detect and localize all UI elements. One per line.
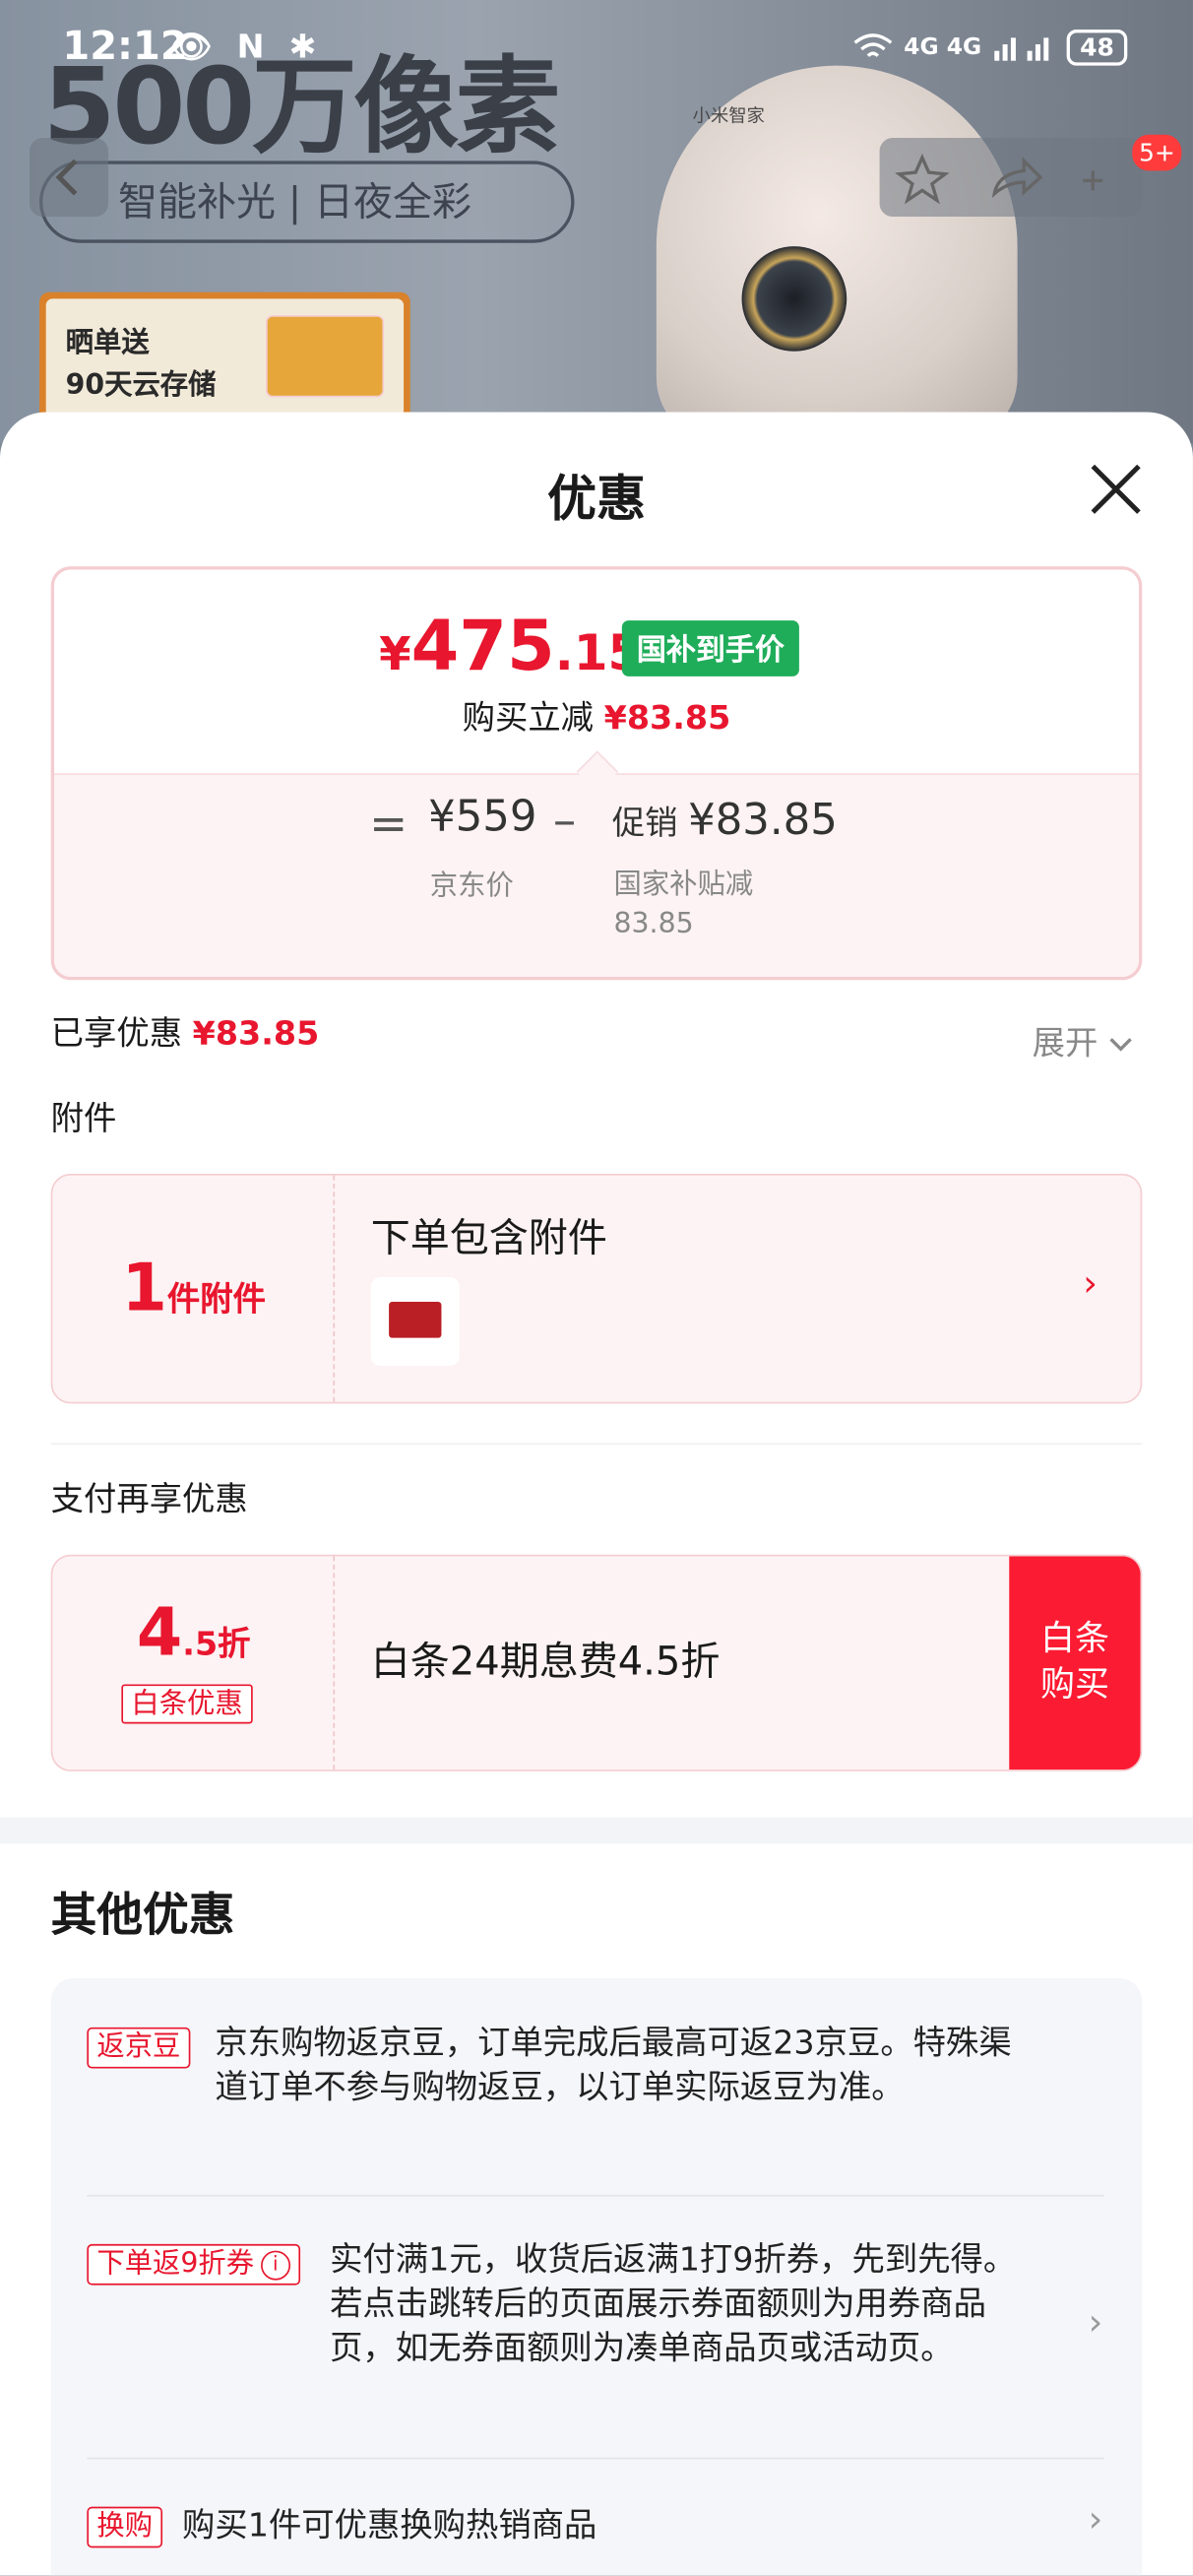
coupon-text: 实付满1元，收货后返满1打9折券，先到先得。若点击跳转后的页面展示券面额则为用券… [330, 2238, 1017, 2367]
status-bar: 12:12 👁 N ✱ 4G 4G 48 [0, 0, 1193, 98]
sheet-title: 优惠 [546, 471, 647, 529]
jingdou-text: 京东购物返京豆，订单完成后最高可返23京豆。特殊渠道订单不参与购物返豆，以订单实… [215, 2022, 1012, 2106]
exchange-text: 购买1件可优惠换购热销商品 [182, 2504, 597, 2545]
other-discounts-title: 其他优惠 [50, 1888, 235, 1943]
jingdou-tag: 返京豆 [87, 2027, 191, 2069]
promo-banner: 晒单送 90天云存储 [39, 291, 410, 424]
chevron-right-icon: › [1088, 2499, 1103, 2542]
minus-sign: – [552, 793, 577, 848]
discount-sheet: 优惠 ¥475.15 国补到手价 购买立减 ¥83.85 = ¥559 京东价 … [0, 412, 1193, 2576]
jd-price: ¥559 [428, 793, 537, 843]
sd-card-image [389, 1302, 442, 1338]
info-icon[interactable]: i [260, 2250, 290, 2281]
final-price: ¥475.15 [379, 606, 643, 686]
section-gap [0, 1817, 1193, 1844]
cart-count-badge: 5+ [1132, 134, 1182, 171]
camera-brand: 小米智家 [692, 104, 765, 127]
accessory-card[interactable]: 1件附件 下单包含附件 › [50, 1173, 1143, 1404]
list-item[interactable]: 换购 购买1件可优惠换购热销商品 [87, 2500, 1104, 2566]
coupon-tag: 下单返9折券 i [87, 2243, 300, 2286]
chevron-right-icon: › [1083, 1263, 1098, 1306]
camera-lens [741, 246, 848, 352]
promo-line1: 晒单送 [65, 326, 150, 360]
camera-product-image: 小米智家 [656, 65, 1018, 444]
back-button[interactable] [30, 138, 109, 218]
signal-label: 4G 4G [904, 34, 982, 61]
jd-price-label: 京东价 [429, 869, 514, 903]
close-button[interactable] [1083, 456, 1149, 522]
hero-feature-pill: 智能补光 | 日夜全彩 [39, 161, 575, 243]
wifi-icon [853, 33, 892, 57]
expand-button[interactable]: 展开 [1033, 1016, 1135, 1063]
promo-amount: 促销 ¥83.85 [611, 796, 838, 846]
section-divider [50, 1443, 1143, 1446]
back-icon [55, 159, 78, 196]
instant-reduce-value: ¥83.85 [603, 697, 731, 738]
exchange-tag: 换购 [87, 2506, 163, 2548]
accessory-section-title: 附件 [50, 1098, 117, 1138]
status-time: 12:12 [62, 23, 188, 70]
status-left-icons: 👁 N ✱ [170, 26, 324, 66]
favorite-icon [895, 153, 950, 205]
list-item[interactable]: 下单返9折券 i 实付满1元，收货后返满1打9折券，先到先得。若点击跳转后的页面展… [87, 2237, 1104, 2467]
close-icon [1091, 464, 1141, 514]
baitiao-text: 白条24期息费4.5折 [370, 1638, 721, 1685]
screen: 500万像素 智能补光 | 日夜全彩 晒单送 90天云存储 小米智家 5+ 12:… [0, 0, 1193, 2576]
payment-section-title: 支付再享优惠 [50, 1479, 248, 1519]
other-discounts-list: 返京豆 京东购物返京豆，订单完成后最高可返23京豆。特殊渠道订单不参与购物返豆，… [50, 1977, 1143, 2576]
equals-sign: = [369, 796, 408, 851]
baitiao-discount: 4.5折 [136, 1595, 251, 1672]
top-actions [879, 138, 1143, 218]
signal-bars-icon [994, 37, 1049, 61]
accessory-thumbnail [370, 1277, 460, 1367]
list-item: 返京豆 京东购物返京豆，订单完成后最高可返23京豆。特殊渠道订单不参与购物返豆，… [87, 2021, 1104, 2185]
subsidy-reduce-label: 国家补贴减 83.85 [613, 868, 754, 941]
promo-line2: 90天云存储 [65, 369, 217, 403]
enjoyed-discount-value: ¥83.85 [192, 1012, 320, 1053]
price-breakdown-box: ¥475.15 国补到手价 购买立减 ¥83.85 = ¥559 京东价 – 促… [50, 566, 1143, 981]
share-icon [991, 157, 1043, 199]
subsidy-price-tag: 国补到手价 [621, 620, 799, 676]
price-formula [54, 773, 1139, 977]
chevron-right-icon: › [1088, 2302, 1103, 2345]
instant-reduce-line: 购买立减 ¥83.85 [462, 697, 731, 738]
baitiao-card: 4.5折 白条优惠 白条24期息费4.5折 白条 购买 [50, 1554, 1143, 1771]
chevron-down-icon [1110, 1038, 1133, 1052]
baitiao-tag: 白条优惠 [121, 1684, 253, 1724]
battery-indicator: 48 [1066, 30, 1128, 66]
baitiao-buy-button[interactable]: 白条 购买 [1009, 1556, 1141, 1771]
accessory-count: 1件附件 [121, 1251, 266, 1327]
accessory-title: 下单包含附件 [370, 1214, 607, 1261]
promo-card-image [266, 315, 385, 398]
enjoyed-discount: 已享优惠 ¥83.85 [50, 1012, 320, 1053]
more-icon [1083, 170, 1103, 191]
